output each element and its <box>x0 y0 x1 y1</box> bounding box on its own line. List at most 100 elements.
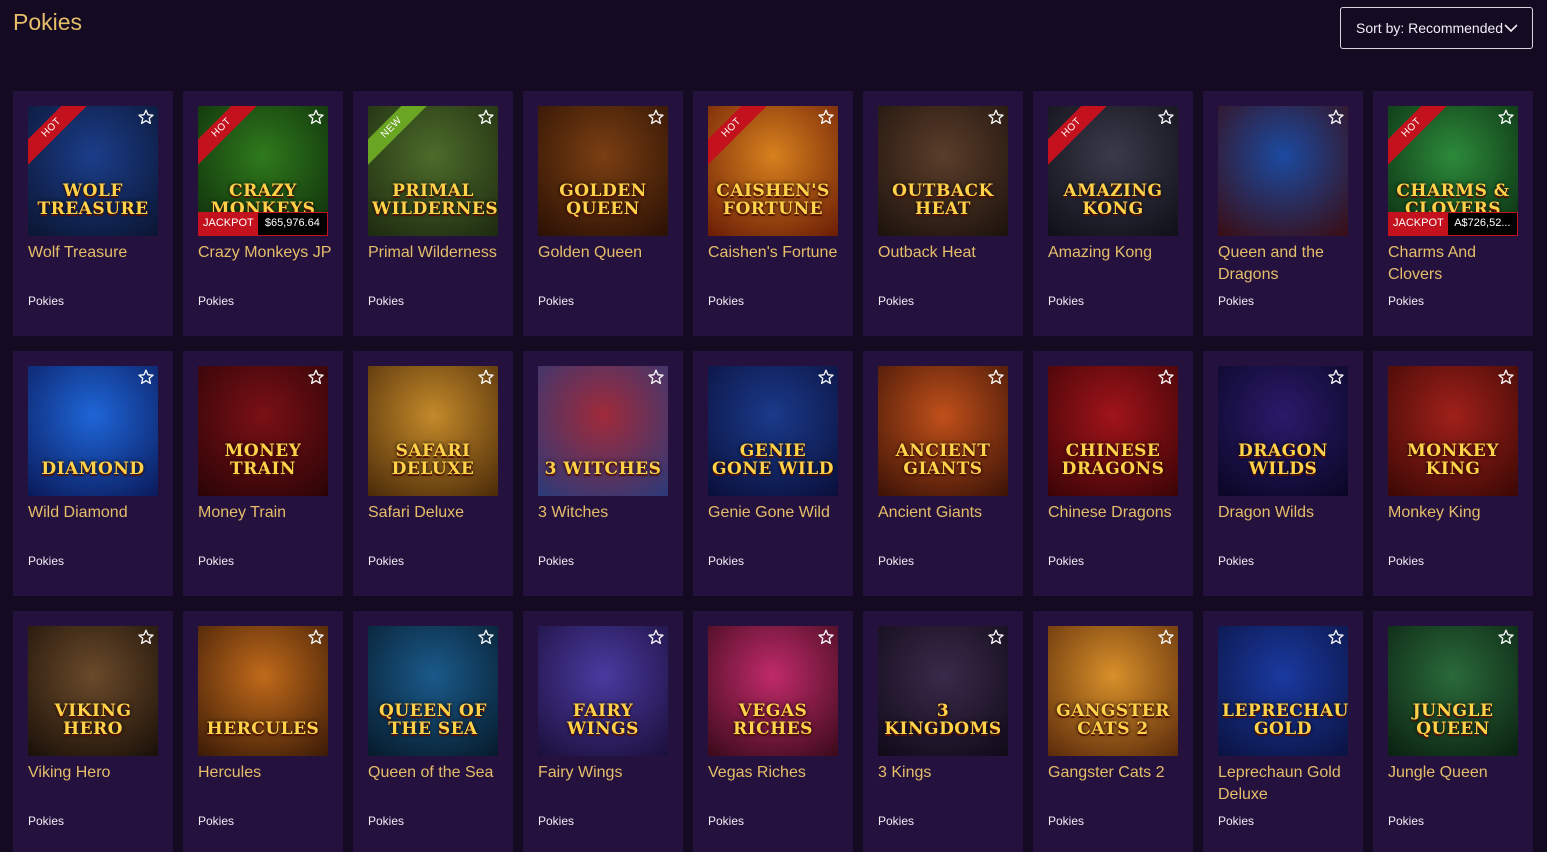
game-title[interactable]: Hercules <box>198 762 338 784</box>
game-thumbnail[interactable]: Vegas Riches <box>708 626 838 756</box>
game-card[interactable]: Ancient Giants Ancient Giants Pokies <box>863 351 1023 596</box>
favorite-star-icon[interactable] <box>1158 629 1174 645</box>
game-title[interactable]: Amazing Kong <box>1048 242 1188 264</box>
game-card[interactable]: Charms & Clovers HOT JACKPOT A$726,52... Cha… <box>1373 91 1533 336</box>
game-card[interactable]: Crazy Monkeys HOT JACKPOT $65,976.64 Crazy M… <box>183 91 343 336</box>
game-card[interactable]: 3 Kingdoms 3 Kings Pokies <box>863 611 1023 852</box>
game-card[interactable]: Hercules Hercules Pokies <box>183 611 343 852</box>
game-card[interactable]: Primal Wilderness NEW Primal Wilderness Pok… <box>353 91 513 336</box>
sort-select[interactable]: Sort by: Recommended <box>1340 7 1533 49</box>
game-title[interactable]: Caishen's Fortune <box>708 242 848 264</box>
game-title[interactable]: Leprechaun Gold Deluxe <box>1218 762 1358 806</box>
game-thumbnail[interactable]: Gangster Cats 2 <box>1048 626 1178 756</box>
game-thumbnail[interactable]: Wolf Treasure HOT <box>28 106 158 236</box>
game-thumbnail[interactable]: Jungle Queen <box>1388 626 1518 756</box>
favorite-star-icon[interactable] <box>308 369 324 385</box>
game-card[interactable]: Wolf Treasure HOT Wolf Treasure Pokies <box>13 91 173 336</box>
favorite-star-icon[interactable] <box>138 629 154 645</box>
favorite-star-icon[interactable] <box>1498 369 1514 385</box>
game-thumbnail[interactable]: Viking Hero <box>28 626 158 756</box>
favorite-star-icon[interactable] <box>818 109 834 125</box>
favorite-star-icon[interactable] <box>138 109 154 125</box>
game-thumbnail[interactable]: Crazy Monkeys HOT JACKPOT $65,976.64 <box>198 106 328 236</box>
game-title[interactable]: Primal Wilderness <box>368 242 508 264</box>
game-title[interactable]: 3 Witches <box>538 502 678 524</box>
game-card[interactable]: Diamond Wild Diamond Pokies <box>13 351 173 596</box>
game-title[interactable]: Outback Heat <box>878 242 1018 264</box>
game-card[interactable]: Queen of the Sea Queen of the Sea Pokies <box>353 611 513 852</box>
game-title[interactable]: Viking Hero <box>28 762 168 784</box>
game-card[interactable]: Chinese Dragons Chinese Dragons Pokies <box>1033 351 1193 596</box>
game-thumbnail[interactable]: Caishen's Fortune HOT <box>708 106 838 236</box>
favorite-star-icon[interactable] <box>1158 369 1174 385</box>
favorite-star-icon[interactable] <box>648 109 664 125</box>
game-card[interactable]: Outback Heat Outback Heat Pokies <box>863 91 1023 336</box>
game-thumbnail[interactable]: Golden Queen <box>538 106 668 236</box>
game-thumbnail[interactable]: Safari Deluxe <box>368 366 498 496</box>
game-card[interactable]: Dragon Wilds Dragon Wilds Pokies <box>1203 351 1363 596</box>
favorite-star-icon[interactable] <box>1498 629 1514 645</box>
game-title[interactable]: Wild Diamond <box>28 502 168 524</box>
favorite-star-icon[interactable] <box>818 369 834 385</box>
game-thumbnail[interactable]: Outback Heat <box>878 106 1008 236</box>
favorite-star-icon[interactable] <box>478 369 494 385</box>
favorite-star-icon[interactable] <box>1328 369 1344 385</box>
game-title[interactable]: Queen and the Dragons <box>1218 242 1358 286</box>
game-card[interactable]: Money Train Money Train Pokies <box>183 351 343 596</box>
game-title[interactable]: Queen of the Sea <box>368 762 508 784</box>
game-thumbnail[interactable]: Amazing Kong HOT <box>1048 106 1178 236</box>
game-card[interactable]: Vegas Riches Vegas Riches Pokies <box>693 611 853 852</box>
favorite-star-icon[interactable] <box>308 629 324 645</box>
game-title[interactable]: Vegas Riches <box>708 762 848 784</box>
favorite-star-icon[interactable] <box>988 109 1004 125</box>
game-card[interactable]: Leprechaun Gold Leprechaun Gold Deluxe Pok… <box>1203 611 1363 852</box>
game-thumbnail[interactable]: Dragon Wilds <box>1218 366 1348 496</box>
favorite-star-icon[interactable] <box>1158 109 1174 125</box>
game-thumbnail[interactable] <box>1218 106 1348 236</box>
favorite-star-icon[interactable] <box>988 629 1004 645</box>
favorite-star-icon[interactable] <box>648 369 664 385</box>
game-thumbnail[interactable]: Monkey King <box>1388 366 1518 496</box>
game-title[interactable]: Dragon Wilds <box>1218 502 1358 524</box>
game-thumbnail[interactable]: Queen of the Sea <box>368 626 498 756</box>
game-thumbnail[interactable]: 3 Kingdoms <box>878 626 1008 756</box>
game-title[interactable]: Golden Queen <box>538 242 678 264</box>
game-title[interactable]: Crazy Monkeys JP <box>198 242 338 264</box>
game-thumbnail[interactable]: Ancient Giants <box>878 366 1008 496</box>
game-title[interactable]: 3 Kings <box>878 762 1018 784</box>
game-title[interactable]: Gangster Cats 2 <box>1048 762 1188 784</box>
game-card[interactable]: Safari Deluxe Safari Deluxe Pokies <box>353 351 513 596</box>
game-thumbnail[interactable]: Charms & Clovers HOT JACKPOT A$726,52... <box>1388 106 1518 236</box>
game-title[interactable]: Safari Deluxe <box>368 502 508 524</box>
game-card[interactable]: Golden Queen Golden Queen Pokies <box>523 91 683 336</box>
game-title[interactable]: Chinese Dragons <box>1048 502 1188 524</box>
game-card[interactable]: Viking Hero Viking Hero Pokies <box>13 611 173 852</box>
favorite-star-icon[interactable] <box>1498 109 1514 125</box>
game-card[interactable]: Queen and the Dragons Pokies <box>1203 91 1363 336</box>
favorite-star-icon[interactable] <box>308 109 324 125</box>
game-title[interactable]: Fairy Wings <box>538 762 678 784</box>
favorite-star-icon[interactable] <box>1328 629 1344 645</box>
game-thumbnail[interactable]: Money Train <box>198 366 328 496</box>
favorite-star-icon[interactable] <box>648 629 664 645</box>
game-card[interactable]: Monkey King Monkey King Pokies <box>1373 351 1533 596</box>
game-thumbnail[interactable]: Chinese Dragons <box>1048 366 1178 496</box>
favorite-star-icon[interactable] <box>818 629 834 645</box>
game-title[interactable]: Jungle Queen <box>1388 762 1528 784</box>
game-thumbnail[interactable]: Diamond <box>28 366 158 496</box>
game-thumbnail[interactable]: Genie Gone Wild <box>708 366 838 496</box>
game-card[interactable]: Fairy Wings Fairy Wings Pokies <box>523 611 683 852</box>
game-title[interactable]: Charms And Clovers <box>1388 242 1528 286</box>
game-card[interactable]: Genie Gone Wild Genie Gone Wild Pokies <box>693 351 853 596</box>
game-title[interactable]: Money Train <box>198 502 338 524</box>
favorite-star-icon[interactable] <box>988 369 1004 385</box>
game-card[interactable]: Caishen's Fortune HOT Caishen's Fortune Pok… <box>693 91 853 336</box>
game-title[interactable]: Wolf Treasure <box>28 242 168 264</box>
favorite-star-icon[interactable] <box>138 369 154 385</box>
game-card[interactable]: Gangster Cats 2 Gangster Cats 2 Pokies <box>1033 611 1193 852</box>
game-title[interactable]: Monkey King <box>1388 502 1528 524</box>
game-thumbnail[interactable]: Primal Wilderness NEW <box>368 106 498 236</box>
favorite-star-icon[interactable] <box>478 629 494 645</box>
game-title[interactable]: Genie Gone Wild <box>708 502 848 524</box>
game-thumbnail[interactable]: 3 Witches <box>538 366 668 496</box>
